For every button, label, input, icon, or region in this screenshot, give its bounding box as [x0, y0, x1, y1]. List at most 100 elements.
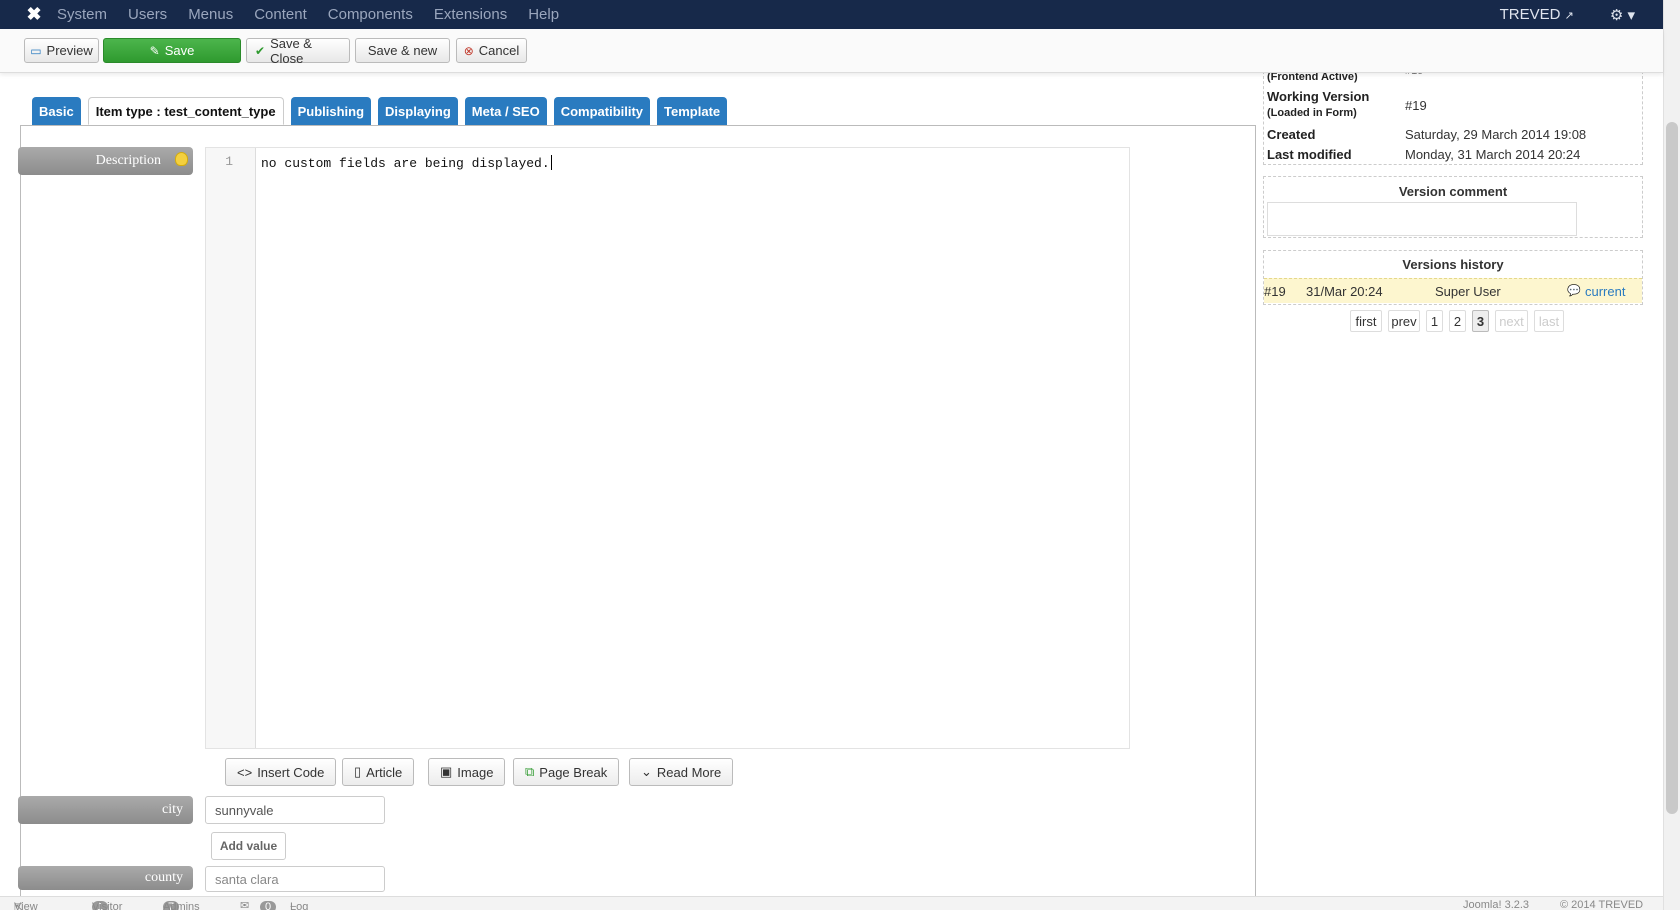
scrollbar-thumb[interactable]: [1666, 122, 1678, 814]
city-value: sunnyvale: [215, 802, 274, 818]
county-label-text: county: [144, 870, 183, 885]
tab-template[interactable]: Template: [657, 97, 728, 125]
version-info-box: (Frontend Active) #19 Working Version (L…: [1263, 65, 1643, 165]
history-status[interactable]: current: [1585, 284, 1625, 299]
county-label: county: [18, 866, 193, 890]
joomla-logo-icon[interactable]: ✖: [19, 0, 49, 29]
menu-content[interactable]: Content: [254, 6, 307, 23]
pager-page-1[interactable]: 1: [1426, 310, 1443, 332]
tab-compatibility[interactable]: Compatibility: [553, 97, 651, 125]
cancel-button[interactable]: ⊗ Cancel: [456, 38, 527, 63]
line-gutter: 1: [206, 148, 256, 748]
save-label: Save: [164, 43, 195, 58]
description-editor[interactable]: 1 no custom fields are being displayed.: [205, 147, 1130, 749]
edit-icon: ✎: [149, 43, 160, 58]
history-row[interactable]: #19 31/Mar 20:24 Super User 💬 current: [1264, 278, 1642, 303]
preview-button[interactable]: ▭ Preview: [24, 38, 99, 63]
created-value: Saturday, 29 March 2014 19:08: [1405, 127, 1587, 142]
add-value-label: Add value: [219, 839, 278, 853]
page-scrollbar[interactable]: [1663, 0, 1680, 910]
tab-displaying[interactable]: Displaying: [378, 97, 458, 125]
action-toolbar: ▭ Preview ✎ Save ✔ Save & Close Save & n…: [0, 29, 1663, 73]
site-name: TREVED: [1499, 6, 1561, 23]
version-comment-input[interactable]: [1267, 202, 1577, 236]
menu-extensions[interactable]: Extensions: [434, 6, 507, 23]
version-comment-title: Version comment: [1398, 184, 1508, 199]
county-input[interactable]: santa clara: [205, 866, 385, 892]
versions-history-box: Versions history #19 31/Mar 20:24 Super …: [1263, 250, 1643, 305]
lightbulb-icon[interactable]: [175, 152, 188, 166]
menu-components[interactable]: Components: [328, 6, 413, 23]
history-version: #19: [1264, 284, 1286, 299]
insert-code-label: Insert Code: [257, 764, 325, 780]
working-version-value: #19: [1405, 98, 1427, 113]
preview-icon: ▭: [30, 43, 42, 58]
external-link-icon: ↗: [1564, 10, 1574, 22]
save-close-button[interactable]: ✔ Save & Close: [246, 35, 350, 66]
pager-page-2[interactable]: 2: [1449, 310, 1466, 332]
versions-history-title: Versions history: [1402, 257, 1504, 272]
pager-last: last: [1534, 310, 1564, 332]
menu-users[interactable]: Users: [128, 6, 167, 23]
code-icon: <>: [237, 764, 253, 780]
top-navbar: ✖ System Users Menus Content Components …: [0, 0, 1663, 29]
line-number: 1: [225, 154, 233, 169]
editor-text[interactable]: no custom fields are being displayed.: [261, 155, 552, 171]
admins-label: Admins: [163, 901, 200, 910]
menu-system[interactable]: System: [57, 6, 107, 23]
editor-content: no custom fields are being displayed.: [261, 156, 550, 171]
description-label-text: Description: [95, 153, 161, 168]
modified-value: Monday, 31 March 2014 20:24: [1405, 147, 1581, 162]
view-site-label: View Site: [14, 901, 38, 910]
save-new-button[interactable]: Save & new: [355, 38, 450, 63]
read-more-button[interactable]: ⌄ Read More: [629, 758, 734, 786]
working-version-sub: (Loaded in Form): [1267, 107, 1357, 119]
preview-label: Preview: [46, 43, 93, 58]
tab-publishing[interactable]: Publishing: [290, 97, 372, 125]
joomla-version: Joomla! 3.2.3: [1463, 899, 1530, 910]
insert-code-button[interactable]: <> Insert Code: [225, 758, 337, 786]
copyright: © 2014 TREVED: [1560, 899, 1644, 910]
pager-first[interactable]: first: [1350, 310, 1382, 332]
created-label: Created: [1267, 127, 1316, 142]
tab-item-type[interactable]: Item type : test_content_type: [87, 97, 284, 125]
history-date: 31/Mar 20:24: [1306, 284, 1383, 299]
description-label: Description: [18, 147, 193, 175]
versions-sidebar: (Frontend Active) #19 Working Version (L…: [1262, 65, 1646, 905]
pager-page-3[interactable]: 3: [1472, 310, 1489, 332]
copy-icon: ⧉: [525, 764, 535, 779]
logout-label: Log out: [290, 901, 309, 910]
save-close-label: Save & Close: [270, 35, 312, 66]
chevron-down-icon: ⌄: [641, 764, 652, 779]
visitors-label: Visitor: [92, 901, 123, 910]
save-new-label: Save & new: [367, 43, 438, 58]
messages-count: 0: [260, 901, 277, 910]
file-add-icon: ▯: [354, 764, 362, 779]
text-caret: [550, 155, 552, 170]
main-menu: System Users Menus Content Components Ex…: [57, 6, 580, 23]
comment-icon: 💬: [1567, 285, 1581, 297]
history-user: Super User: [1435, 284, 1501, 299]
working-version-label: Working Version: [1267, 89, 1370, 104]
add-value-button[interactable]: Add value: [211, 832, 286, 860]
pager-prev[interactable]: prev: [1388, 310, 1420, 332]
mail-icon: ✉: [240, 900, 250, 910]
image-label: Image: [457, 764, 494, 780]
article-label: Article: [366, 764, 403, 780]
county-value: santa clara: [215, 871, 279, 887]
page-break-button[interactable]: ⧉ Page Break: [513, 758, 620, 786]
city-input[interactable]: sunnyvale: [205, 796, 385, 824]
modified-label: Last modified: [1267, 147, 1352, 162]
tab-basic[interactable]: Basic: [32, 97, 81, 125]
picture-icon: ▣: [440, 764, 453, 779]
tab-meta-seo[interactable]: Meta / SEO: [464, 97, 547, 125]
menu-help[interactable]: Help: [528, 6, 559, 23]
image-button[interactable]: ▣ Image: [428, 758, 506, 786]
menu-menus[interactable]: Menus: [188, 6, 233, 23]
article-button[interactable]: ▯ Article: [342, 758, 415, 786]
status-footer: ⇱ View Site 1 Visitor 7 Admins ✉ 0 − Log…: [0, 896, 1663, 910]
site-link[interactable]: TREVED ↗: [1500, 6, 1574, 23]
save-button[interactable]: ✎ Save: [103, 38, 241, 63]
settings-gear-icon[interactable]: ⚙ ▾: [1610, 6, 1635, 24]
city-label: city: [18, 796, 193, 824]
